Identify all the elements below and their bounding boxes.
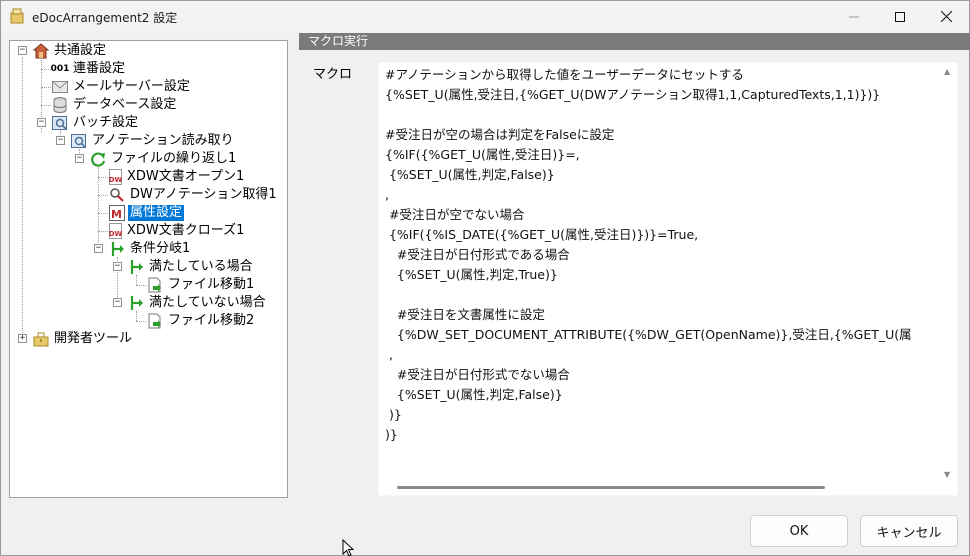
vertical-scrollbar[interactable]: ▲ ▼ <box>941 63 957 481</box>
settings-tree[interactable]: − − − − − − − + 共通設定 001 連番設定 メールサーバー設定 … <box>9 40 288 498</box>
macro-line <box>385 285 945 305</box>
macro-line: #受注日が空でない場合 <box>385 207 525 222</box>
expander-collapse[interactable]: − <box>37 118 46 127</box>
close-button[interactable] <box>923 1 969 32</box>
macro-line: , <box>385 187 389 202</box>
tree-item-batch[interactable]: バッチ設定 <box>52 114 140 132</box>
xdw-document-icon: DW <box>109 169 122 185</box>
macro-editor[interactable]: #アノテーションから取得した値をユーザーデータにセットする {%SET_U(属性,… <box>378 62 958 496</box>
tree-item-file-loop[interactable]: ファイルの繰り返し1 <box>90 150 238 168</box>
database-icon <box>52 97 68 113</box>
macro-line: {%IF({%GET_U(属性,受注日)}=, <box>385 147 580 162</box>
settings-dialog: eDocArrangement2 設定 − − − − − − − + 共通設定… <box>0 0 970 556</box>
macro-line: #アノテーションから取得した値をユーザーデータにセットする <box>385 67 744 82</box>
batch-icon <box>71 133 87 149</box>
sequence-001-icon: 001 <box>50 64 70 74</box>
tree-item-condition-false[interactable]: 満たしていない場合 <box>128 294 268 312</box>
tree-item-file-move-1[interactable]: ファイル移動1 <box>147 276 256 294</box>
svg-text:M: M <box>111 208 122 221</box>
xdw-document-icon: DW <box>109 223 122 239</box>
tree-item-database[interactable]: データベース設定 <box>52 96 178 114</box>
expander-expand[interactable]: + <box>18 334 27 343</box>
annotation-search-icon <box>109 187 125 203</box>
tree-item-common-settings[interactable]: 共通設定 <box>33 42 108 60</box>
tree-item-mail-server[interactable]: メールサーバー設定 <box>52 78 192 96</box>
house-icon <box>33 43 49 59</box>
tree-item-condition-true[interactable]: 満たしている場合 <box>128 258 255 276</box>
expander-collapse[interactable]: − <box>113 298 122 307</box>
branch-icon <box>128 259 144 275</box>
maximize-button[interactable] <box>877 1 923 32</box>
tree-item-developer-tools[interactable]: 開発者ツール <box>33 330 134 348</box>
maximize-icon <box>895 11 905 22</box>
expander-collapse[interactable]: − <box>94 244 103 253</box>
expander-collapse[interactable]: − <box>75 154 84 163</box>
macro-line: #受注日を文書属性に設定 <box>385 307 545 322</box>
tree-item-file-move-2[interactable]: ファイル移動2 <box>147 312 256 330</box>
section-header: マクロ実行 <box>299 33 970 50</box>
file-move-icon <box>147 313 163 329</box>
macro-line: )} <box>385 427 398 442</box>
minimize-button[interactable] <box>831 1 877 32</box>
expander-collapse[interactable]: − <box>56 136 65 145</box>
attribute-icon: M <box>109 205 125 221</box>
scroll-down-icon[interactable]: ▼ <box>944 470 950 479</box>
ok-button[interactable]: OK <box>750 515 848 547</box>
macro-text[interactable]: #アノテーションから取得した値をユーザーデータにセットする {%SET_U(属性,… <box>385 65 945 475</box>
file-move-icon <box>147 277 163 293</box>
macro-line: {%DW_SET_DOCUMENT_ATTRIBUTE({%DW_GET(Ope… <box>385 327 912 342</box>
macro-line: #受注日が日付形式である場合 <box>385 247 570 262</box>
minimize-icon <box>849 16 859 17</box>
macro-line: {%IF({%IS_DATE({%GET_U(属性,受注日)})}=True, <box>385 227 699 242</box>
close-icon <box>940 11 952 22</box>
macro-line: {%SET_U(属性,判定,False)} <box>385 387 563 402</box>
macro-line: #受注日が空の場合は判定をFalseに設定 <box>385 127 615 142</box>
tree-item-dw-annotation[interactable]: DWアノテーション取得1 <box>109 186 279 204</box>
batch-icon <box>52 115 68 131</box>
tree-item-annotation-read[interactable]: アノテーション読み取り <box>71 132 236 150</box>
horizontal-scrollbar[interactable] <box>379 479 943 495</box>
branch-icon <box>128 295 144 311</box>
app-icon <box>10 8 24 24</box>
tree-item-xdw-open[interactable]: DW XDW文書オープン1 <box>109 168 246 186</box>
macro-line: #受注日が日付形式でない場合 <box>385 367 570 382</box>
macro-label: マクロ <box>313 67 353 82</box>
macro-line: )} <box>385 407 402 422</box>
scroll-up-icon[interactable]: ▲ <box>944 67 950 76</box>
scrollbar-thumb[interactable] <box>397 486 825 489</box>
macro-line <box>385 105 945 125</box>
loop-icon <box>90 151 106 167</box>
macro-line: {%SET_U(属性,判定,True)} <box>385 267 558 282</box>
cancel-button[interactable]: キャンセル <box>860 515 958 547</box>
tree-item-xdw-close[interactable]: DW XDW文書クローズ1 <box>109 222 246 240</box>
tree-item-attribute-setting[interactable]: M 属性設定 <box>109 204 185 222</box>
macro-line: {%SET_U(属性,判定,False)} <box>385 167 555 182</box>
mouse-cursor-icon <box>342 539 355 556</box>
tree-item-condition[interactable]: 条件分岐1 <box>109 240 192 258</box>
expander-collapse[interactable]: − <box>113 262 122 271</box>
mail-icon <box>52 79 68 95</box>
title-bar[interactable]: eDocArrangement2 設定 <box>1 1 969 32</box>
expander-collapse[interactable]: − <box>18 46 27 55</box>
branch-icon <box>109 241 125 257</box>
toolbox-icon <box>33 331 49 347</box>
tree-item-sequence[interactable]: 001 連番設定 <box>50 60 127 78</box>
window-title: eDocArrangement2 設定 <box>32 11 178 25</box>
macro-line: {%SET_U(属性,受注日,{%GET_U(DWアノテーション取得1,1,Ca… <box>385 87 881 102</box>
macro-line: , <box>385 347 393 362</box>
